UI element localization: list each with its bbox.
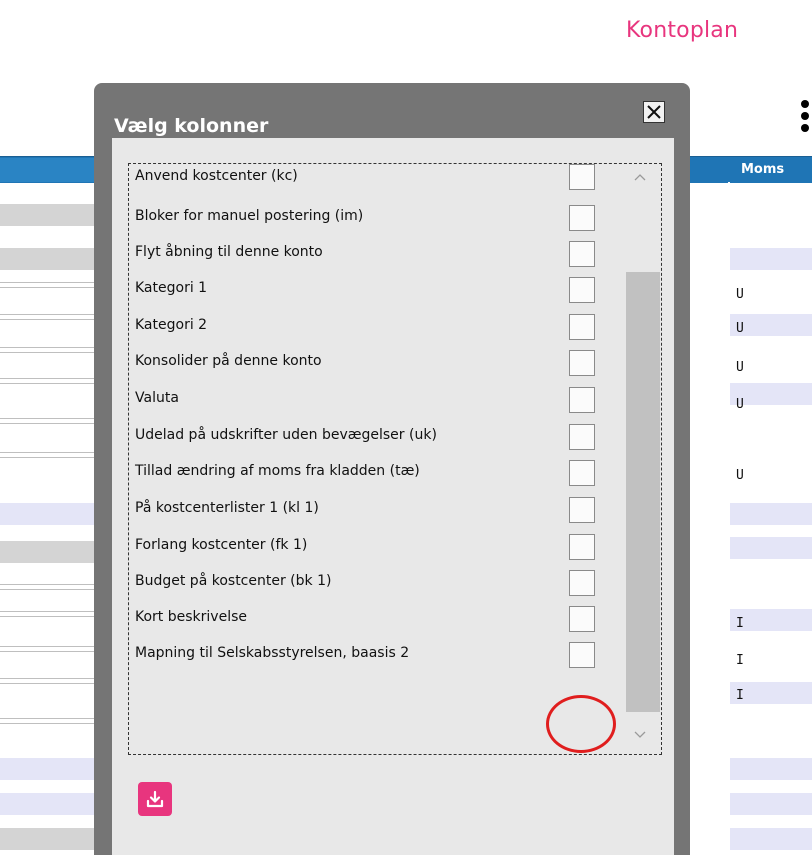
list-item[interactable]: Budget på kostcenter (bk 1)	[129, 564, 629, 600]
moms-cell: U	[736, 397, 744, 412]
checkbox[interactable]	[569, 241, 595, 267]
column-option-label: Mapning til Selskabsstyrelsen, baasis 2	[135, 645, 410, 661]
list-item[interactable]: Udelad på udskrifter uden bevægelser (uk…	[129, 418, 629, 454]
moms-cell: U	[736, 321, 744, 336]
checkbox[interactable]	[569, 205, 595, 231]
moms-cell: U	[736, 360, 744, 375]
download-icon	[146, 790, 164, 808]
column-option-label: Valuta	[135, 390, 179, 406]
table-header-left	[0, 158, 94, 182]
table-row	[730, 758, 812, 780]
table-row	[0, 541, 94, 563]
highlight-annotation	[546, 695, 616, 753]
checkbox[interactable]	[569, 387, 595, 413]
checkbox[interactable]	[569, 534, 595, 560]
list-item[interactable]: Forlang kostcenter (fk 1)	[129, 528, 629, 564]
checkbox[interactable]	[569, 570, 595, 596]
table-row	[0, 418, 94, 424]
table-row	[0, 204, 94, 226]
list-item[interactable]: Flyt åbning til denne konto	[129, 235, 629, 271]
checkbox[interactable]	[569, 350, 595, 376]
table-row	[0, 678, 94, 684]
checkbox[interactable]	[569, 642, 595, 668]
table-row	[0, 347, 94, 353]
table-row	[730, 248, 812, 270]
table-row	[0, 282, 94, 288]
column-option-label: Kort beskrivelse	[135, 609, 247, 625]
column-option-label: På kostcenterlister 1 (kl 1)	[135, 500, 319, 516]
column-option-label: Konsolider på denne konto	[135, 353, 322, 369]
close-button[interactable]	[643, 101, 665, 123]
list-item[interactable]: Kategori 2	[129, 308, 629, 344]
chevron-up-icon[interactable]	[633, 172, 647, 182]
list-item[interactable]: Kategori 1	[129, 271, 629, 307]
list-item[interactable]: Kort beskrivelse	[129, 600, 629, 636]
column-divider	[728, 182, 730, 855]
table-row	[0, 828, 94, 850]
table-row	[0, 503, 94, 525]
table-row	[0, 611, 94, 617]
checkbox[interactable]	[569, 460, 595, 486]
dialog-title: Vælg kolonner	[114, 115, 269, 137]
table-row	[730, 537, 812, 559]
table-row	[730, 503, 812, 525]
column-option-label: Budget på kostcenter (bk 1)	[135, 573, 332, 589]
page-title: Kontoplan	[626, 18, 739, 43]
list-item[interactable]: Mapning til Selskabsstyrelsen, baasis 2	[129, 636, 629, 672]
column-option-label: Anvend kostcenter (kc)	[135, 168, 298, 184]
checkbox[interactable]	[569, 424, 595, 450]
list-item[interactable]: Anvend kostcenter (kc)	[129, 164, 629, 200]
checkbox[interactable]	[569, 314, 595, 340]
scrollbar-thumb[interactable]	[626, 272, 660, 712]
moms-cell: U	[736, 468, 744, 483]
list-item[interactable]: Bloker for manuel postering (im)	[129, 199, 629, 235]
column-option-label: Udelad på udskrifter uden bevægelser (uk…	[135, 427, 437, 443]
close-icon	[647, 105, 661, 119]
moms-cell: I	[736, 653, 744, 668]
table-row	[0, 758, 94, 780]
table-row	[0, 718, 94, 724]
table-row	[730, 828, 812, 850]
moms-cell: U	[736, 287, 744, 302]
list-item[interactable]: Tillad ændring af moms fra kladden (tæ)	[129, 454, 629, 490]
chevron-down-icon[interactable]	[633, 730, 647, 740]
table-row	[0, 314, 94, 320]
checkbox[interactable]	[569, 497, 595, 523]
table-row	[0, 452, 94, 458]
list-scrollbar[interactable]	[623, 164, 661, 754]
checkbox[interactable]	[569, 606, 595, 632]
table-row	[0, 248, 94, 270]
list-item[interactable]: Valuta	[129, 381, 629, 417]
table-row	[0, 584, 94, 590]
column-option-label: Flyt åbning til denne konto	[135, 244, 323, 260]
column-option-label: Bloker for manuel postering (im)	[135, 208, 364, 224]
checkbox[interactable]	[569, 277, 595, 303]
table-row	[730, 793, 812, 815]
table-row	[0, 378, 94, 384]
column-header-moms[interactable]: Moms	[735, 158, 812, 182]
column-option-label: Kategori 1	[135, 280, 208, 296]
moms-cell: I	[736, 616, 744, 631]
column-option-label: Kategori 2	[135, 317, 208, 333]
column-list[interactable]: Anvend kostcenter (kc) Bloker for manuel…	[128, 163, 662, 755]
checkbox[interactable]	[569, 164, 595, 190]
more-vertical-icon[interactable]	[798, 98, 812, 138]
column-option-label: Forlang kostcenter (fk 1)	[135, 537, 308, 553]
column-option-label: Tillad ændring af moms fra kladden (tæ)	[135, 463, 420, 479]
list-item[interactable]: På kostcenterlister 1 (kl 1)	[129, 491, 629, 527]
moms-cell: I	[736, 688, 744, 703]
table-row	[0, 646, 94, 652]
table-row	[0, 793, 94, 815]
download-button[interactable]	[138, 782, 172, 816]
list-item[interactable]: Konsolider på denne konto	[129, 344, 629, 380]
